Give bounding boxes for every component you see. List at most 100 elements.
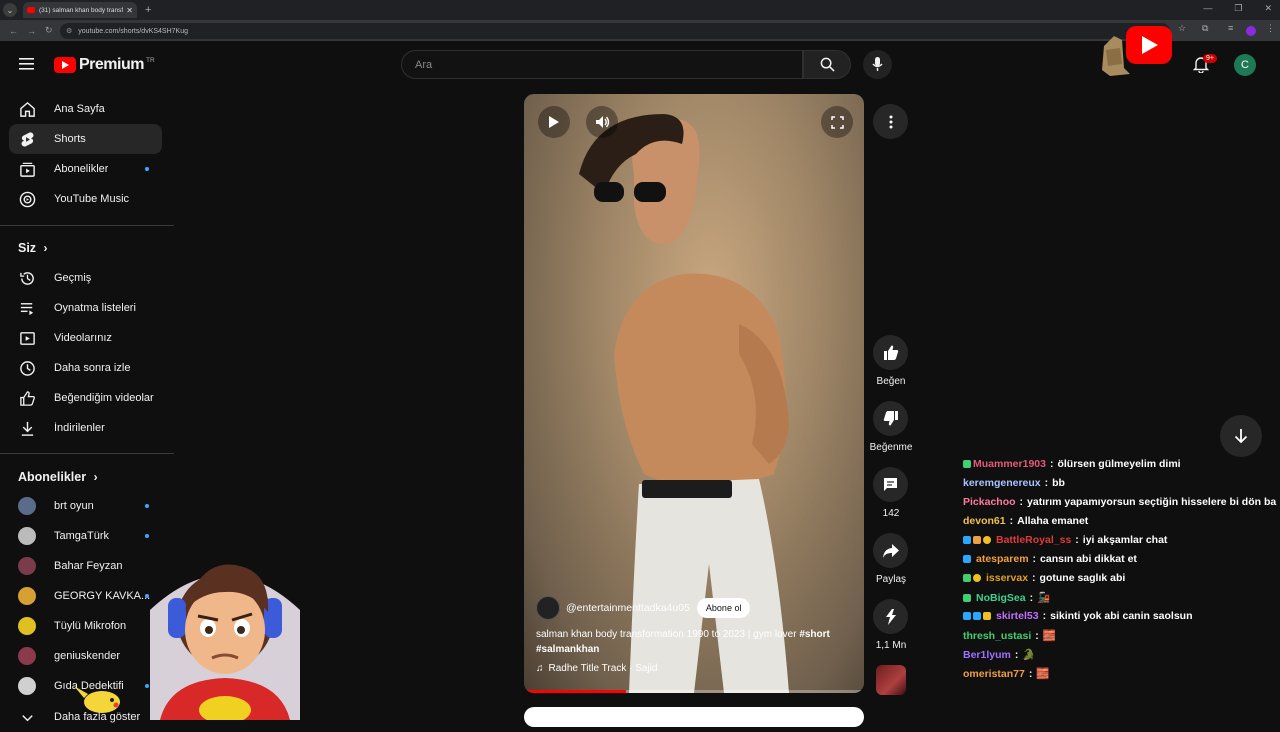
media-icon[interactable]: ≡	[1228, 23, 1233, 33]
share-button[interactable]	[873, 533, 908, 568]
channel-avatar	[18, 527, 36, 545]
chat-message: Pickachoo: yatırım yapamıyorsun seçtiğin …	[963, 496, 1276, 508]
browser-tab[interactable]: (31) salman khan body transfor ✕	[23, 2, 137, 18]
chat-username: skirtel53	[996, 610, 1039, 622]
new-content-dot	[145, 167, 149, 171]
channel-name: geniuskender	[54, 650, 121, 662]
share-icon	[882, 543, 899, 558]
chat-username: thresh_ustasi	[963, 629, 1032, 642]
volume-icon	[595, 116, 609, 128]
sidebar-item-label: Geçmiş	[54, 272, 92, 284]
browser-tab-strip: ⌄ (31) salman khan body transfor ✕ + — ❐…	[0, 0, 1280, 20]
reload-icon[interactable]: ↻	[45, 25, 53, 36]
sidebar-item-subscriptions[interactable]: Abonelikler	[9, 154, 162, 184]
you-section-header[interactable]: Siz ›	[18, 241, 48, 255]
chat-username: isservax	[986, 572, 1029, 584]
chat-separator: :	[1009, 515, 1014, 527]
window-close-icon[interactable]: ✕	[1264, 3, 1272, 14]
chat-badge-icon	[963, 612, 971, 620]
chat-badge-icon	[963, 574, 971, 582]
extensions-icon[interactable]: ⧉	[1202, 23, 1208, 34]
fullscreen-button[interactable]	[821, 106, 853, 138]
sidebar-item-youtube-music[interactable]: YouTube Music	[9, 184, 162, 214]
search-button[interactable]	[803, 50, 851, 79]
fullscreen-icon	[830, 115, 844, 129]
bookmark-star-icon[interactable]: ☆	[1178, 23, 1186, 34]
volume-button[interactable]	[586, 106, 618, 138]
chrome-menu-icon[interactable]: ⋮	[1266, 23, 1275, 34]
hashtag[interactable]: #salmankhan	[536, 644, 599, 655]
forward-icon[interactable]: →	[27, 26, 36, 36]
sidebar-subscription-item[interactable]: brt oyun	[9, 491, 162, 521]
comments-button[interactable]	[873, 467, 908, 502]
remix-button[interactable]	[873, 599, 908, 634]
chat-text: yatırım yapamıyorsun seçtiğin hisselere …	[1027, 496, 1277, 508]
chat-message: devon61: Allaha emanet	[963, 515, 1088, 527]
chat-message: Ber1lyum: 🐊	[963, 648, 1035, 662]
music-track: Radhe Title Track · Sajid	[548, 663, 658, 674]
channel-name: Bahar Feyzan	[54, 560, 123, 572]
chevron-down-icon	[18, 708, 36, 726]
chevron-right-icon: ›	[93, 470, 98, 484]
shorts-video-player[interactable]: @entertainmenttadka4u05 Abone ol salman …	[524, 94, 864, 693]
youtube-favicon-icon	[27, 7, 35, 13]
video-title[interactable]: salman khan body transformation 1990 to …	[536, 627, 856, 657]
thumbs-up-icon	[18, 389, 36, 407]
audio-thumbnail[interactable]	[876, 665, 906, 695]
close-tab-icon[interactable]: ✕	[126, 6, 133, 15]
history-icon	[18, 269, 36, 287]
channel-avatar	[18, 647, 36, 665]
next-video-button[interactable]	[1220, 415, 1262, 457]
sidebar-item-your-videos[interactable]: Videolarınız	[9, 323, 162, 353]
account-avatar[interactable]: C	[1234, 54, 1256, 76]
video-progress-fill	[524, 690, 626, 693]
chat-message: Muammer1903: ölürsen gülmeyelim dimi	[963, 458, 1181, 470]
play-button[interactable]	[538, 106, 570, 138]
sidebar-item-home[interactable]: Ana Sayfa	[9, 94, 162, 124]
chat-message: atesparem: cansın abi dikkat et	[963, 553, 1137, 565]
video-music-link[interactable]: ♫ Radhe Title Track · Sajid	[536, 663, 657, 674]
remix-count: 1,1 Mn	[875, 640, 907, 651]
like-button[interactable]	[873, 335, 908, 370]
sidebar-item-shorts[interactable]: Shorts	[9, 124, 162, 154]
comment-icon	[884, 478, 897, 491]
like-label: Beğen	[876, 376, 906, 387]
new-content-dot	[145, 504, 149, 508]
chat-separator: :	[1049, 458, 1054, 470]
chevron-right-icon: ›	[43, 241, 48, 255]
profile-icon[interactable]	[1246, 26, 1256, 36]
chat-username: keremgenereux	[963, 477, 1041, 489]
streamer-avatar-overlay	[150, 564, 300, 720]
notification-badge: 9+	[1203, 54, 1217, 63]
maximize-icon[interactable]: ❐	[1234, 3, 1242, 14]
dislike-button[interactable]	[873, 401, 908, 436]
sidebar-item-label: Videolarınız	[54, 332, 112, 344]
sidebar-item-playlists[interactable]: Oynatma listeleri	[9, 293, 162, 323]
next-short-card[interactable]	[524, 707, 864, 727]
channel-handle[interactable]: @entertainmenttadka4u05	[566, 602, 690, 614]
minimize-icon[interactable]: —	[1203, 3, 1212, 14]
sidebar-item-history[interactable]: Geçmiş	[9, 263, 162, 293]
sidebar-item-liked-videos[interactable]: Beğendiğim videolar	[9, 383, 162, 413]
new-tab-icon[interactable]: +	[145, 4, 151, 16]
channel-avatar[interactable]	[536, 596, 560, 620]
subscribe-button[interactable]: Abone ol	[696, 598, 751, 618]
chat-message: omeristan77: 🧱	[963, 667, 1049, 681]
chat-username: NoBigSea	[976, 591, 1026, 604]
sidebar-item-watch-later[interactable]: Daha sonra izle	[9, 353, 162, 383]
omnibox[interactable]: ⚙ youtube.com/shorts/dvKS4SH7Kug	[60, 23, 1170, 39]
remix-icon	[885, 608, 896, 625]
more-options-button[interactable]	[873, 104, 908, 139]
site-info-icon[interactable]: ⚙	[66, 27, 72, 35]
sidebar-item-downloads[interactable]: İndirilenler	[9, 413, 162, 443]
music-icon	[18, 190, 36, 208]
tab-search-button[interactable]: ⌄	[3, 3, 17, 17]
back-icon[interactable]: ←	[9, 26, 18, 36]
subscriptions-section-header[interactable]: Abonelikler ›	[18, 470, 98, 484]
video-progress-bar[interactable]	[524, 690, 864, 693]
hashtag[interactable]: #short	[799, 629, 830, 640]
arrow-down-icon	[1234, 429, 1248, 444]
search-input[interactable]: Ara	[401, 50, 803, 79]
voice-search-button[interactable]	[863, 50, 892, 79]
channel-name: GEORGY KAVKA...	[54, 590, 151, 602]
